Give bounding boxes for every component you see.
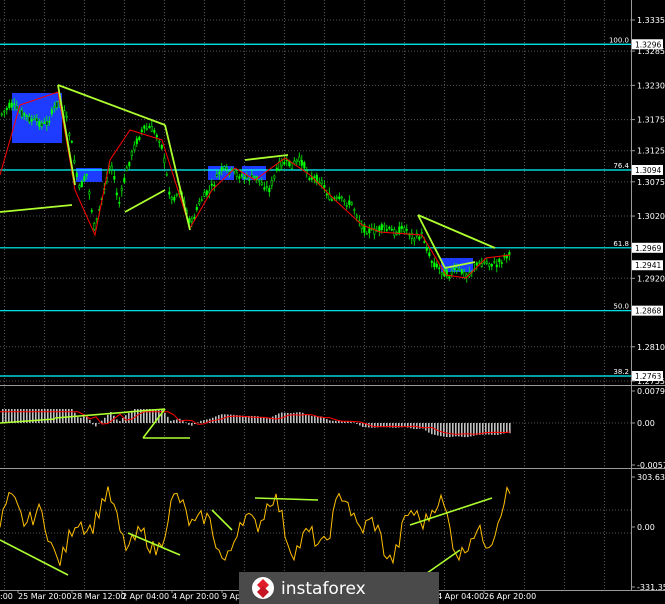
fib-level-label: 50.0 (613, 303, 629, 311)
price-tick-label: 1.3075 (637, 178, 665, 187)
macd-tick-label: 0.00 (637, 419, 655, 428)
time-tick-label: :00 (0, 592, 13, 601)
level-price-text: 1.2969 (635, 244, 661, 253)
price-tick-label: 1.3335 (637, 16, 665, 25)
price-tick-label: 1.2755 (637, 377, 665, 386)
price-tick-label: 1.3020 (637, 212, 665, 221)
time-tick-label: 2 Apr 04:00 (122, 592, 169, 601)
fib-level-label: 61.8 (613, 240, 629, 248)
fib-level-label: 76.4 (613, 162, 629, 170)
price-tick-label: 1.2920 (637, 274, 665, 283)
macd-axis: 0.00798 0.00 -0.00571 (631, 387, 665, 470)
trading-chart[interactable]: 100.0 1.329676.4 1.309461.8 1.296950.0 1.286… (0, 0, 665, 604)
cci-tick-label: 0.00 (637, 523, 655, 532)
macd-panel[interactable] (0, 387, 631, 468)
macd-tick-label: -0.00571 (637, 461, 665, 470)
price-panel[interactable] (0, 0, 631, 384)
price-tick-label: 1.3125 (637, 147, 665, 156)
logo-text: instaforex (281, 579, 366, 599)
fib-level-label: 38.2 (613, 368, 629, 376)
macd-tick-label: 0.00798 (637, 387, 665, 396)
price-tick-label: 1.3285 (637, 47, 665, 56)
cci-tick-label: 303.6317 (637, 473, 665, 482)
level-price-text: 1.3094 (635, 166, 661, 175)
price-tick-label: 1.2810 (637, 343, 665, 352)
price-tick-label: 1.3230 (637, 81, 665, 90)
time-tick-label: 4 Apr 20:00 (172, 592, 219, 601)
cci-tick-label: -331.359 (637, 583, 665, 592)
time-tick-label: 26 Apr 20:00 (484, 592, 536, 601)
instaforex-mark-icon (252, 577, 274, 599)
time-tick-label: 28 Mar 12:00 (72, 592, 125, 601)
instaforex-logo: instaforex (239, 572, 439, 604)
fib-level-label: 100.0 (609, 36, 629, 44)
time-tick-label: 24 Apr 04:00 (432, 592, 484, 601)
price-tick-label: 1.3175 (637, 116, 665, 125)
level-price-text: 1.2868 (635, 307, 661, 316)
cci-axis: 303.6317 0.00 -331.359 (631, 473, 665, 592)
current-price-text: 1.2941 (635, 261, 661, 270)
time-tick-label: 25 Mar 20:00 (18, 592, 71, 601)
price-axis: 1.3335 1.3285 1.3230 1.3175 1.3125 1.3075 1.30… (631, 16, 665, 386)
